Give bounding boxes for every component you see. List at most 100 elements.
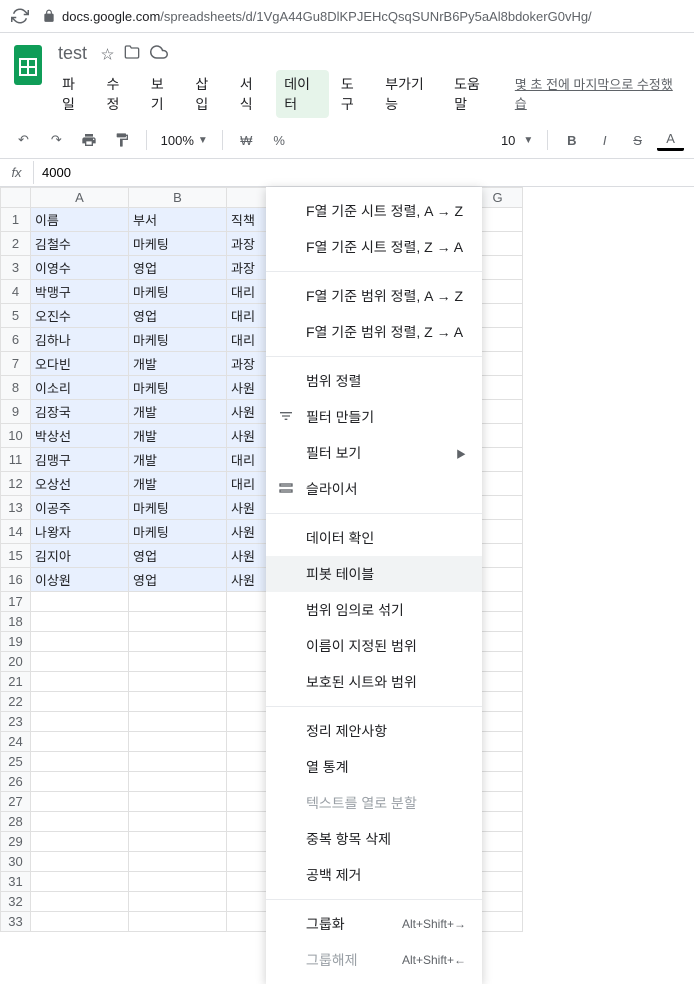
menu-view[interactable]: 보기 xyxy=(143,70,183,118)
menu-addons[interactable]: 부가기능 xyxy=(377,70,442,118)
menu-slicer[interactable]: 슬라이서 xyxy=(266,471,482,507)
row-header[interactable]: 32 xyxy=(1,892,31,912)
cell[interactable]: 이공주 xyxy=(31,496,129,520)
row-header[interactable]: 11 xyxy=(1,448,31,472)
cell[interactable] xyxy=(129,692,227,712)
cell[interactable]: 개발 xyxy=(129,352,227,376)
menu-data-validation[interactable]: 데이터 확인 xyxy=(266,520,482,556)
row-header[interactable]: 26 xyxy=(1,772,31,792)
cell[interactable]: 부서 xyxy=(129,208,227,232)
url-bar[interactable]: docs.google.com/spreadsheets/d/1VgA44Gu8… xyxy=(42,9,684,24)
cell[interactable]: 오상선 xyxy=(31,472,129,496)
cell[interactable] xyxy=(31,832,129,852)
menu-pivot-table[interactable]: 피봇 테이블 xyxy=(266,556,482,592)
cell[interactable]: 마케팅 xyxy=(129,328,227,352)
row-header[interactable]: 8 xyxy=(1,376,31,400)
cloud-icon[interactable] xyxy=(150,43,168,64)
redo-button[interactable]: ↷ xyxy=(43,126,70,154)
zoom-select[interactable]: 100%▼ xyxy=(157,133,212,148)
cell[interactable]: 마케팅 xyxy=(129,280,227,304)
menu-help[interactable]: 도움말 xyxy=(446,70,499,118)
menu-tools[interactable]: 도구 xyxy=(333,70,373,118)
text-color-button[interactable]: A xyxy=(657,129,684,151)
cell[interactable] xyxy=(31,692,129,712)
cell[interactable]: 이상원 xyxy=(31,568,129,592)
cell[interactable] xyxy=(129,712,227,732)
cell[interactable]: 마케팅 xyxy=(129,376,227,400)
cell[interactable] xyxy=(129,812,227,832)
cell[interactable] xyxy=(129,752,227,772)
cell[interactable]: 개발 xyxy=(129,448,227,472)
paint-format-button[interactable] xyxy=(109,126,136,154)
menu-protected[interactable]: 보호된 시트와 범위 xyxy=(266,664,482,700)
menu-sort-sheet-za[interactable]: F열 기준 시트 정렬, Z → A xyxy=(266,229,482,265)
cell[interactable]: 영업 xyxy=(129,544,227,568)
cell[interactable] xyxy=(129,892,227,912)
italic-button[interactable]: I xyxy=(591,126,618,154)
reload-button[interactable] xyxy=(10,6,30,26)
cell[interactable]: 개발 xyxy=(129,400,227,424)
row-header[interactable]: 16 xyxy=(1,568,31,592)
cell[interactable] xyxy=(129,592,227,612)
cell[interactable] xyxy=(129,792,227,812)
row-header[interactable]: 18 xyxy=(1,612,31,632)
cell[interactable] xyxy=(31,792,129,812)
menu-sort-range[interactable]: 범위 정렬 xyxy=(266,363,482,399)
cell[interactable]: 나왕자 xyxy=(31,520,129,544)
strike-button[interactable]: S xyxy=(624,126,651,154)
row-header[interactable]: 33 xyxy=(1,912,31,932)
row-header[interactable]: 31 xyxy=(1,872,31,892)
row-header[interactable]: 20 xyxy=(1,652,31,672)
menu-insert[interactable]: 삽입 xyxy=(187,70,227,118)
cell[interactable] xyxy=(129,632,227,652)
menu-edit[interactable]: 수정 xyxy=(98,70,138,118)
row-header[interactable]: 10 xyxy=(1,424,31,448)
cell[interactable]: 김하나 xyxy=(31,328,129,352)
cell[interactable] xyxy=(129,652,227,672)
cell[interactable] xyxy=(31,872,129,892)
cell[interactable] xyxy=(31,812,129,832)
cell[interactable]: 김지아 xyxy=(31,544,129,568)
cell[interactable] xyxy=(31,732,129,752)
cell[interactable]: 김장국 xyxy=(31,400,129,424)
col-header-A[interactable]: A xyxy=(31,188,129,208)
row-header[interactable]: 7 xyxy=(1,352,31,376)
cell[interactable] xyxy=(129,912,227,932)
row-header[interactable]: 4 xyxy=(1,280,31,304)
cell[interactable]: 개발 xyxy=(129,424,227,448)
cell[interactable] xyxy=(129,672,227,692)
row-header[interactable]: 3 xyxy=(1,256,31,280)
row-header[interactable]: 22 xyxy=(1,692,31,712)
menu-file[interactable]: 파일 xyxy=(54,70,94,118)
row-header[interactable]: 17 xyxy=(1,592,31,612)
cell[interactable] xyxy=(31,712,129,732)
row-header[interactable]: 21 xyxy=(1,672,31,692)
print-button[interactable] xyxy=(76,126,103,154)
row-header[interactable]: 12 xyxy=(1,472,31,496)
cell[interactable] xyxy=(31,752,129,772)
cell[interactable] xyxy=(129,852,227,872)
currency-button[interactable]: ₩ xyxy=(233,126,260,154)
cell[interactable]: 영업 xyxy=(129,256,227,280)
menu-remove-dup[interactable]: 중복 항목 삭제 xyxy=(266,821,482,857)
cell[interactable] xyxy=(129,772,227,792)
menu-group[interactable]: 그룹화Alt+Shift+→ xyxy=(266,906,482,942)
cell[interactable]: 김철수 xyxy=(31,232,129,256)
cell[interactable]: 오다빈 xyxy=(31,352,129,376)
menu-cleanup[interactable]: 정리 제안사항 xyxy=(266,713,482,749)
row-header[interactable]: 27 xyxy=(1,792,31,812)
menu-trim[interactable]: 공백 제거 xyxy=(266,857,482,893)
sheets-logo[interactable] xyxy=(10,41,46,89)
row-header[interactable]: 5 xyxy=(1,304,31,328)
row-header[interactable]: 24 xyxy=(1,732,31,752)
menu-format[interactable]: 서식 xyxy=(232,70,272,118)
menu-named-ranges[interactable]: 이름이 지정된 범위 xyxy=(266,628,482,664)
cell[interactable]: 오진수 xyxy=(31,304,129,328)
star-icon[interactable]: ☆ xyxy=(101,44,114,63)
cell[interactable] xyxy=(31,652,129,672)
cell[interactable] xyxy=(129,612,227,632)
row-header[interactable]: 19 xyxy=(1,632,31,652)
cell[interactable] xyxy=(31,852,129,872)
cell[interactable]: 마케팅 xyxy=(129,496,227,520)
menu-randomize[interactable]: 범위 임의로 섞기 xyxy=(266,592,482,628)
